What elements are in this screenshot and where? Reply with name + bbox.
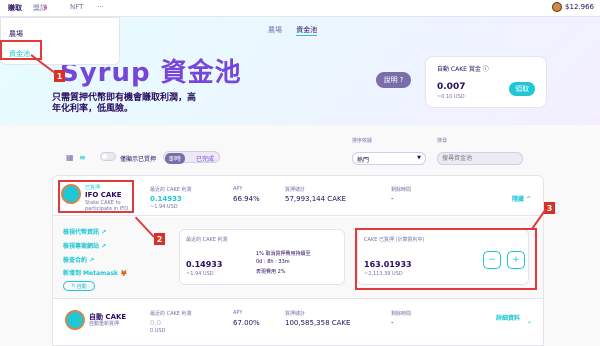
help-label: 說明	[383, 76, 398, 84]
auto-badge: ↻ 自動	[63, 281, 95, 291]
link-project-site[interactable]: 檢視專案網站 ↗	[63, 241, 106, 250]
cake-balance: $12.966	[552, 2, 594, 12]
total-staked-value: 100,585,358 CAKE	[285, 319, 351, 327]
tab-pools[interactable]: 資金池	[296, 26, 318, 36]
dropdown-item-farms[interactable]: 農場	[9, 29, 23, 39]
help-button[interactable]: 說明 ?	[376, 72, 411, 88]
annotation-box-2	[58, 180, 134, 213]
staked-only-toggle[interactable]	[100, 152, 116, 161]
sort-label: 排序依據	[352, 138, 373, 144]
link-token-info[interactable]: 檢視代幣資訊 ↗	[63, 227, 106, 236]
metamask-icon: 🦊	[120, 270, 128, 277]
fee-line: 1% 取消質押費用持續至	[256, 251, 311, 257]
staked-only-label: 僅顯示已質押	[120, 156, 157, 163]
recent-profit-usd: 0 USD	[150, 328, 166, 334]
external-link-icon: ↗	[101, 243, 107, 250]
apy-value: 66.94%	[233, 195, 260, 203]
link-add-metamask[interactable]: 新增到 Metamask 🦊	[63, 268, 128, 277]
time-left-value: -	[391, 195, 394, 203]
col-header: 剩餘時間	[391, 187, 412, 193]
col-header: 最近的 CAKE 利潤	[150, 187, 192, 193]
chevron-down-icon[interactable]: ⌄	[527, 318, 532, 325]
details-button[interactable]: 詳細資料	[496, 314, 524, 323]
tab-farms[interactable]: 農場	[268, 26, 282, 34]
card-view-icon[interactable]: ▦	[66, 153, 74, 162]
box-value: 0.14933	[186, 260, 223, 269]
tab-finished[interactable]: 已完成	[192, 153, 218, 164]
col-header: 質押總計	[285, 187, 306, 193]
bounty-label: 自動 CAKE 賞金 ⓘ	[437, 66, 489, 73]
balance-value: $12.966	[565, 3, 594, 11]
box-title: 最近的 CAKE 利潤	[186, 237, 228, 243]
auto-cake-bounty-card: 自動 CAKE 賞金 ⓘ 0.007 ~0.10 USD 領取	[425, 56, 547, 108]
info-icon[interactable]: ⓘ	[483, 66, 489, 73]
refresh-icon: ↻	[71, 283, 76, 289]
fee-countdown: 0d : 8h : 33m	[256, 259, 290, 265]
list-view-icon[interactable]: ≡	[79, 153, 86, 162]
time-left-value: -	[391, 319, 394, 327]
link-contract[interactable]: 檢查合約 ↗	[63, 255, 94, 264]
help-icon: ?	[399, 76, 404, 84]
filter-bar: ▦ ≡ 僅顯示已質押 即時 已完成 排序依據 熱門 ▼ 搜尋	[0, 125, 600, 175]
nav-nft[interactable]: NFT	[70, 3, 83, 11]
box-usd: ~1.94 USD	[186, 271, 214, 277]
performance-fee: 表現費用 2%	[256, 269, 286, 275]
bounty-usd: ~0.10 USD	[437, 94, 465, 100]
cake-icon	[552, 2, 563, 12]
external-link-icon: ↗	[101, 229, 107, 236]
bounty-value: 0.007	[437, 82, 466, 92]
apy-value: 67.00%	[233, 319, 260, 327]
page-subtitle: 只需質押代幣即有機會賺取利潤，高年化利率，低風險。	[52, 93, 197, 114]
total-staked-value: 57,993,144 CAKE	[285, 195, 346, 203]
col-header: APY	[233, 186, 243, 192]
recent-profit-value: 0.14933	[150, 195, 182, 203]
top-nav: 賺取 獎詳 NFT ··· $12.966	[0, 0, 600, 17]
pool-row-auto-cake[interactable]: 自動 CAKE 自動重新質押 最近的 CAKE 利潤 0.0 0 USD APY…	[53, 300, 543, 340]
auto-cake-avatar	[65, 310, 85, 330]
search-input[interactable]	[437, 152, 523, 165]
pool-desc: 自動重新質押	[89, 321, 120, 327]
recent-profit-box: 最近的 CAKE 利潤 0.14933 ~1.94 USD 1% 取消質押費用持…	[179, 229, 345, 285]
search-label: 搜尋	[437, 138, 448, 144]
recent-profit-value: 0.0	[150, 319, 162, 327]
nav-more[interactable]: ···	[97, 3, 104, 11]
annotation-box-3	[355, 228, 537, 290]
external-link-icon: ↗	[89, 257, 95, 264]
sort-select[interactable]: 熱門 ▼	[352, 152, 426, 165]
chevron-down-icon: ▼	[417, 155, 421, 161]
nav-earn[interactable]: 賺取	[8, 3, 22, 13]
subtabs: 農場 資金池	[268, 25, 329, 36]
claim-button[interactable]: 領取	[509, 82, 535, 96]
col-header: 剩餘時間	[391, 311, 412, 317]
notification-dot	[44, 6, 47, 9]
col-header: 最近的 CAKE 利潤	[150, 311, 192, 317]
hide-button[interactable]: 隱藏 ^	[512, 194, 531, 203]
col-header: 質押總計	[285, 311, 306, 317]
live-finished-switch: 即時 已完成	[163, 151, 220, 164]
col-header: APY	[233, 310, 243, 316]
annotation-badge-2: 2	[154, 233, 165, 245]
recent-profit-usd: ~1.94 USD	[150, 204, 178, 210]
tab-live[interactable]: 即時	[165, 153, 186, 164]
